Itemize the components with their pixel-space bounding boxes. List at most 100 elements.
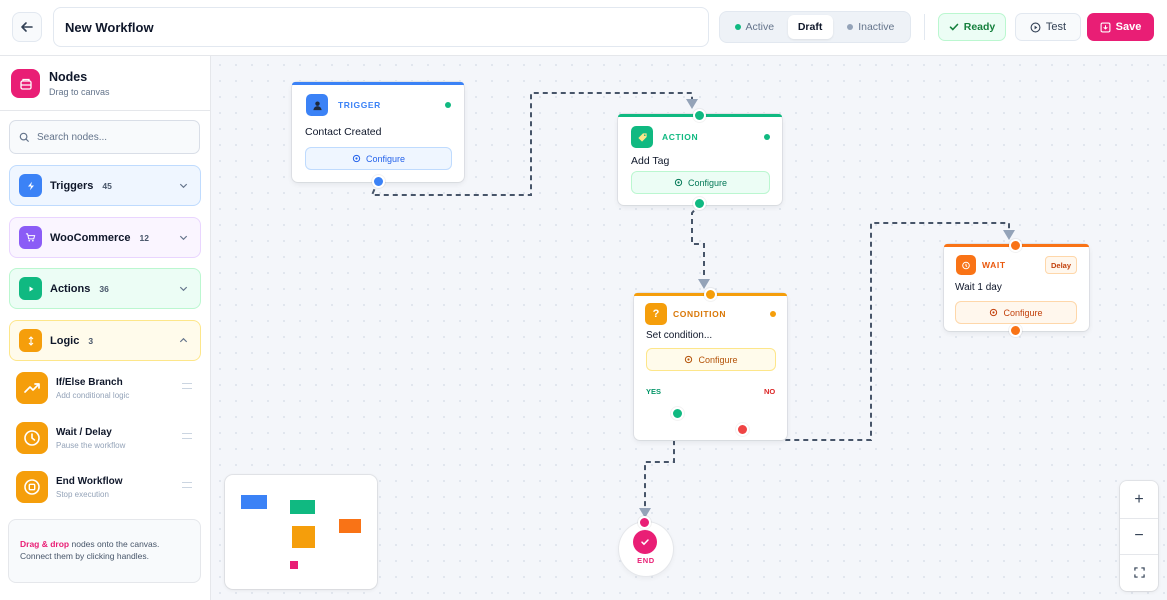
test-button[interactable]: Test (1015, 13, 1081, 41)
test-label: Test (1045, 21, 1067, 33)
minimap[interactable] (225, 475, 377, 589)
node-type: ACTION (662, 132, 699, 142)
condition-node[interactable]: ? CONDITION Set condition... Configure Y… (634, 293, 787, 440)
minimap-condition (292, 526, 315, 548)
search-input[interactable]: Search nodes... (9, 120, 200, 154)
category-label: Triggers (50, 179, 94, 192)
tip-bold: Drag & drop (20, 539, 70, 549)
status-dot-icon (770, 311, 776, 317)
category-label: WooCommerce (50, 231, 131, 244)
fit-view-button[interactable] (1124, 557, 1154, 587)
trigger-node[interactable]: TRIGGER Contact Created Configure (292, 82, 464, 182)
drag-handle-icon[interactable] (182, 482, 192, 488)
category-triggers[interactable]: Triggers 45 (9, 165, 201, 206)
drag-handle-icon[interactable] (182, 383, 192, 389)
yes-output-handle[interactable] (671, 407, 684, 420)
zoom-in-button[interactable]: + (1124, 485, 1154, 515)
status-active-option[interactable]: Active (723, 15, 786, 39)
node-type: CONDITION (673, 309, 727, 319)
node-title: Contact Created (305, 126, 382, 138)
item-title: Wait / Delay (56, 426, 112, 438)
workflow-name: New Workflow (65, 19, 154, 35)
item-subtitle: Add conditional logic (56, 390, 130, 400)
end-node[interactable]: END (619, 522, 673, 576)
node-accent (292, 82, 464, 85)
sidebar-subtitle: Drag to canvas (49, 87, 110, 97)
item-subtitle: Stop execution (56, 489, 109, 499)
ready-label: Ready (963, 21, 996, 33)
trigger-output-handle[interactable] (372, 175, 385, 188)
configure-button[interactable]: Configure (631, 171, 770, 194)
category-logic[interactable]: Logic 3 (9, 320, 201, 361)
condition-input-handle[interactable] (704, 288, 717, 301)
wait-node[interactable]: WAIT Delay Wait 1 day Configure (944, 244, 1089, 331)
gear-icon (990, 308, 998, 317)
delay-badge: Delay (1045, 256, 1077, 274)
node-title: Set condition... (646, 330, 713, 341)
chevron-down-icon (179, 183, 188, 189)
zoom-divider (1120, 554, 1158, 555)
check-circle-icon (633, 530, 657, 554)
end-label: END (637, 556, 655, 565)
arrow-left-icon (21, 22, 33, 32)
action-node[interactable]: ACTION Add Tag Configure (618, 114, 782, 205)
minimap-action (290, 500, 315, 514)
workflow-name-input[interactable]: New Workflow (53, 7, 709, 47)
node-type: WAIT (982, 260, 1006, 270)
category-count: 12 (139, 232, 149, 243)
action-input-handle[interactable] (693, 109, 706, 122)
zoom-divider (1120, 518, 1158, 519)
status-inactive-option[interactable]: Inactive (835, 15, 907, 39)
user-icon (306, 94, 328, 116)
timer-icon (956, 255, 976, 275)
category-count: 3 (88, 335, 94, 346)
play-circle-icon (1030, 22, 1041, 32)
question-icon: ? (645, 303, 667, 325)
node-item-if-else[interactable]: If/Else Branch Add conditional logic (16, 370, 196, 406)
wait-output-handle[interactable] (1009, 324, 1022, 337)
node-item-wait[interactable]: Wait / Delay Pause the workflow (16, 420, 196, 456)
no-output-handle[interactable] (736, 423, 749, 436)
status-dot-icon (445, 102, 451, 108)
search-icon (19, 132, 30, 142)
configure-label: Configure (698, 354, 738, 365)
top-bar: New Workflow Active Draft Inactive Ready… (0, 0, 1167, 56)
chevron-down-icon (179, 286, 188, 292)
active-dot-icon (734, 24, 741, 30)
wait-input-handle[interactable] (1009, 239, 1022, 252)
end-input-handle[interactable] (638, 516, 651, 529)
zap-icon (19, 174, 42, 197)
gear-icon (352, 154, 361, 163)
action-output-handle[interactable] (693, 197, 706, 210)
save-button[interactable]: Save (1087, 13, 1154, 41)
minimap-wait (339, 519, 361, 533)
category-label: Logic (50, 334, 80, 347)
status-draft-label: Draft (797, 21, 823, 33)
fit-view-icon (1133, 566, 1145, 578)
back-button[interactable] (12, 12, 42, 42)
node-item-end[interactable]: End Workflow Stop execution (16, 469, 196, 505)
search-placeholder: Search nodes... (37, 131, 108, 143)
minimap-trigger (241, 495, 267, 509)
sidebar-header: Nodes Drag to canvas (11, 69, 110, 98)
configure-button[interactable]: Configure (955, 301, 1077, 324)
configure-label: Configure (1003, 307, 1043, 318)
category-woocommerce[interactable]: WooCommerce 12 (9, 217, 201, 258)
status-draft-option[interactable]: Draft (787, 15, 833, 39)
ready-badge: Ready (938, 13, 1006, 41)
category-actions[interactable]: Actions 36 (9, 268, 201, 309)
configure-button[interactable]: Configure (305, 147, 452, 170)
minimap-end (290, 561, 298, 569)
no-label: NO (764, 387, 776, 396)
status-active-label: Active (745, 21, 775, 33)
zoom-out-button[interactable]: − (1124, 521, 1154, 551)
chevron-up-icon (179, 337, 188, 343)
save-icon (1100, 22, 1111, 32)
gear-icon (674, 178, 683, 187)
inactive-dot-icon (847, 24, 854, 30)
drag-handle-icon[interactable] (182, 433, 192, 439)
status-inactive-label: Inactive (858, 21, 895, 33)
configure-button[interactable]: Configure (646, 348, 776, 371)
sidebar-divider (0, 110, 211, 111)
gear-icon (685, 355, 693, 364)
